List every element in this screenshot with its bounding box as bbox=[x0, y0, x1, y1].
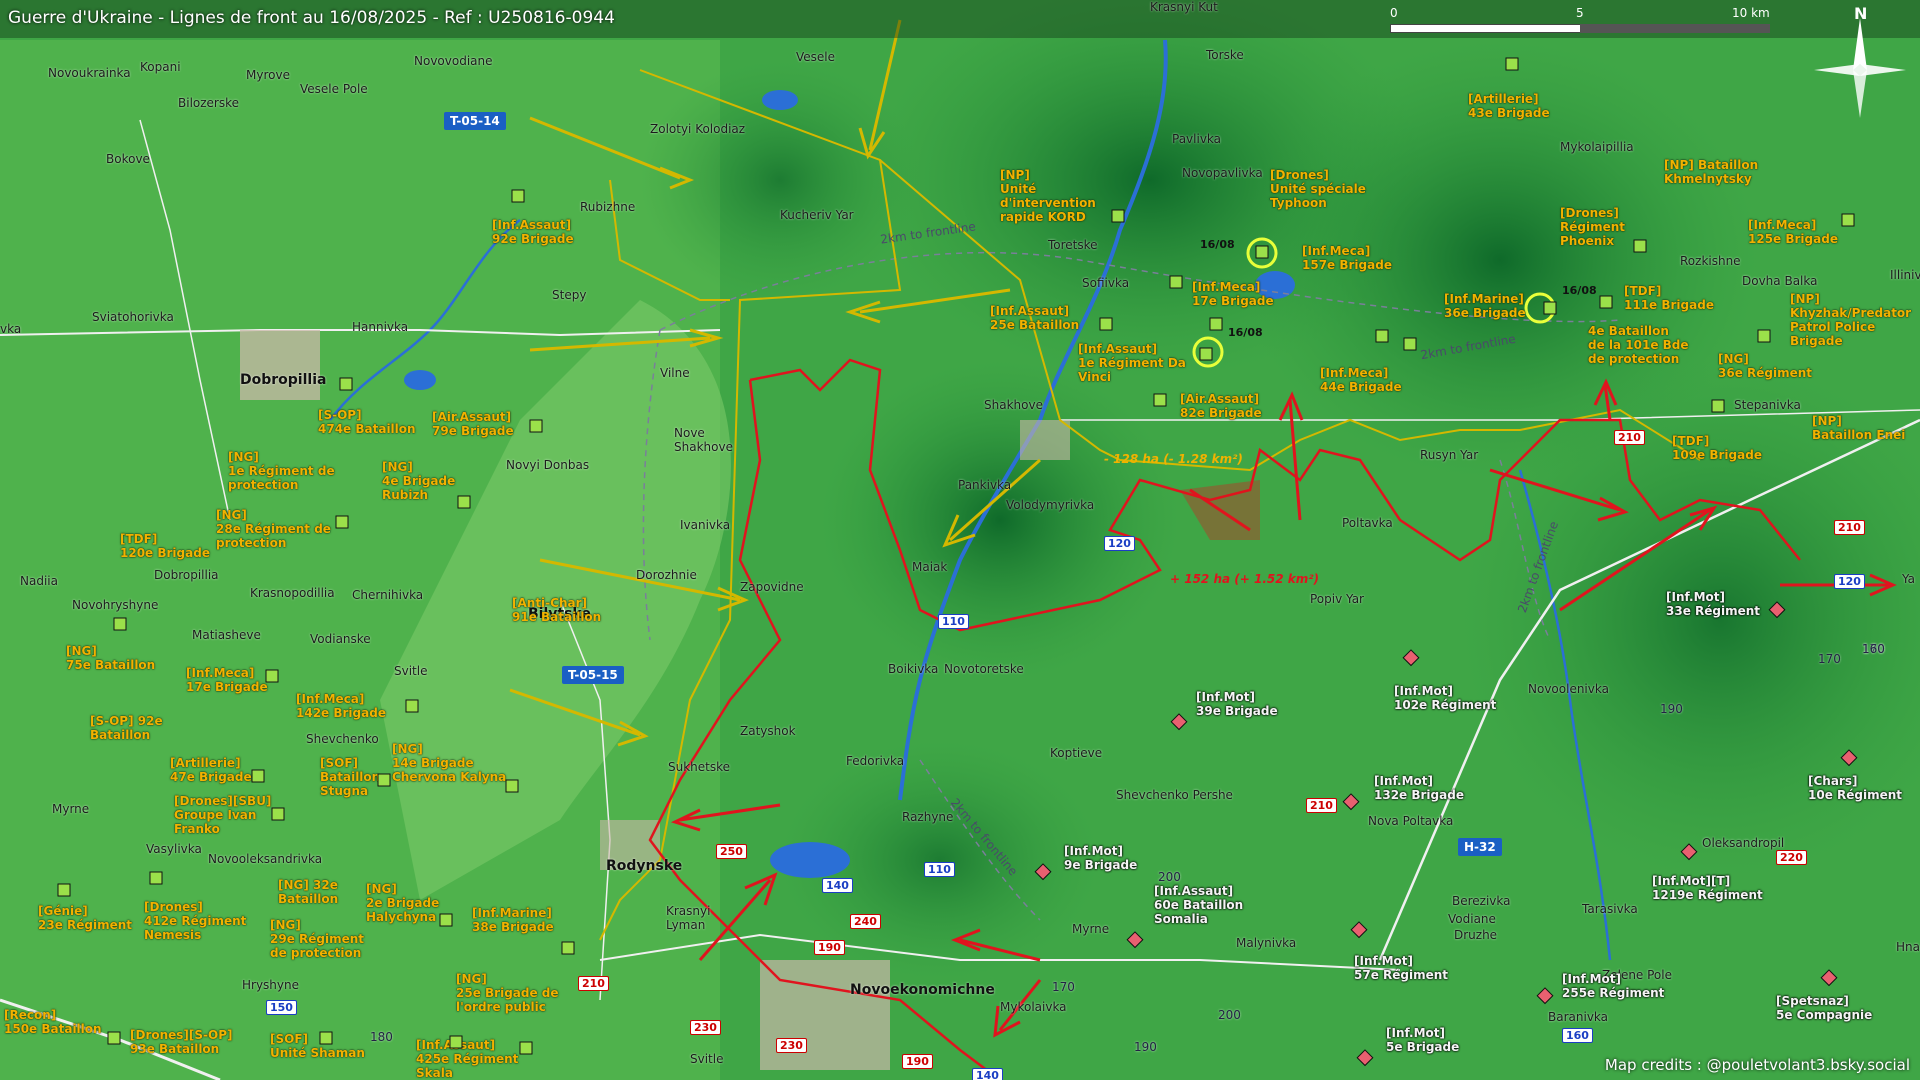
russia-unit-icon bbox=[1034, 601, 1858, 1067]
map-credits: Map credits : @pouletvolant3.bsky.social bbox=[1604, 1056, 1910, 1074]
unit-symbols bbox=[57, 57, 1858, 1067]
ukraine-unit-icon bbox=[57, 57, 1855, 1055]
map-stage: Guerre d'Ukraine - Lignes de front au 16… bbox=[0, 0, 1920, 1080]
